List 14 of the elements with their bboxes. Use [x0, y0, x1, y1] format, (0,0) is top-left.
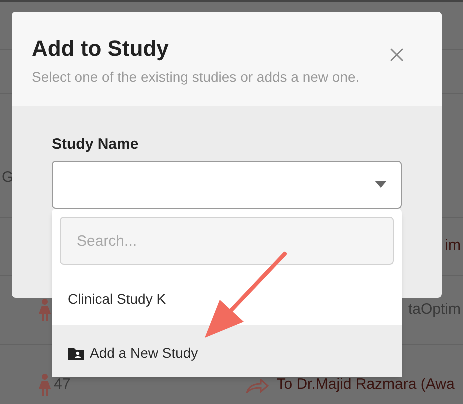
- search-field[interactable]: Search...: [60, 217, 394, 265]
- add-study-item[interactable]: Add a New Study: [52, 325, 402, 377]
- table-text: im: [445, 236, 461, 256]
- dropdown-caret-icon: [375, 181, 387, 188]
- folder-person-icon: [68, 346, 84, 360]
- share-icon: [246, 379, 269, 394]
- dialog-title: Add to Study: [32, 35, 170, 63]
- dialog-subtitle: Select one of the existing studies or adds a new one.: [32, 68, 360, 87]
- woman-icon: [38, 374, 52, 396]
- study-select[interactable]: [52, 160, 402, 208]
- study-option[interactable]: Clinical Study K: [52, 273, 402, 325]
- referral-text: To Dr.Majid Razmara (Awa: [276, 374, 455, 394]
- field-label: Study Name: [52, 135, 140, 155]
- woman-icon: [38, 299, 52, 321]
